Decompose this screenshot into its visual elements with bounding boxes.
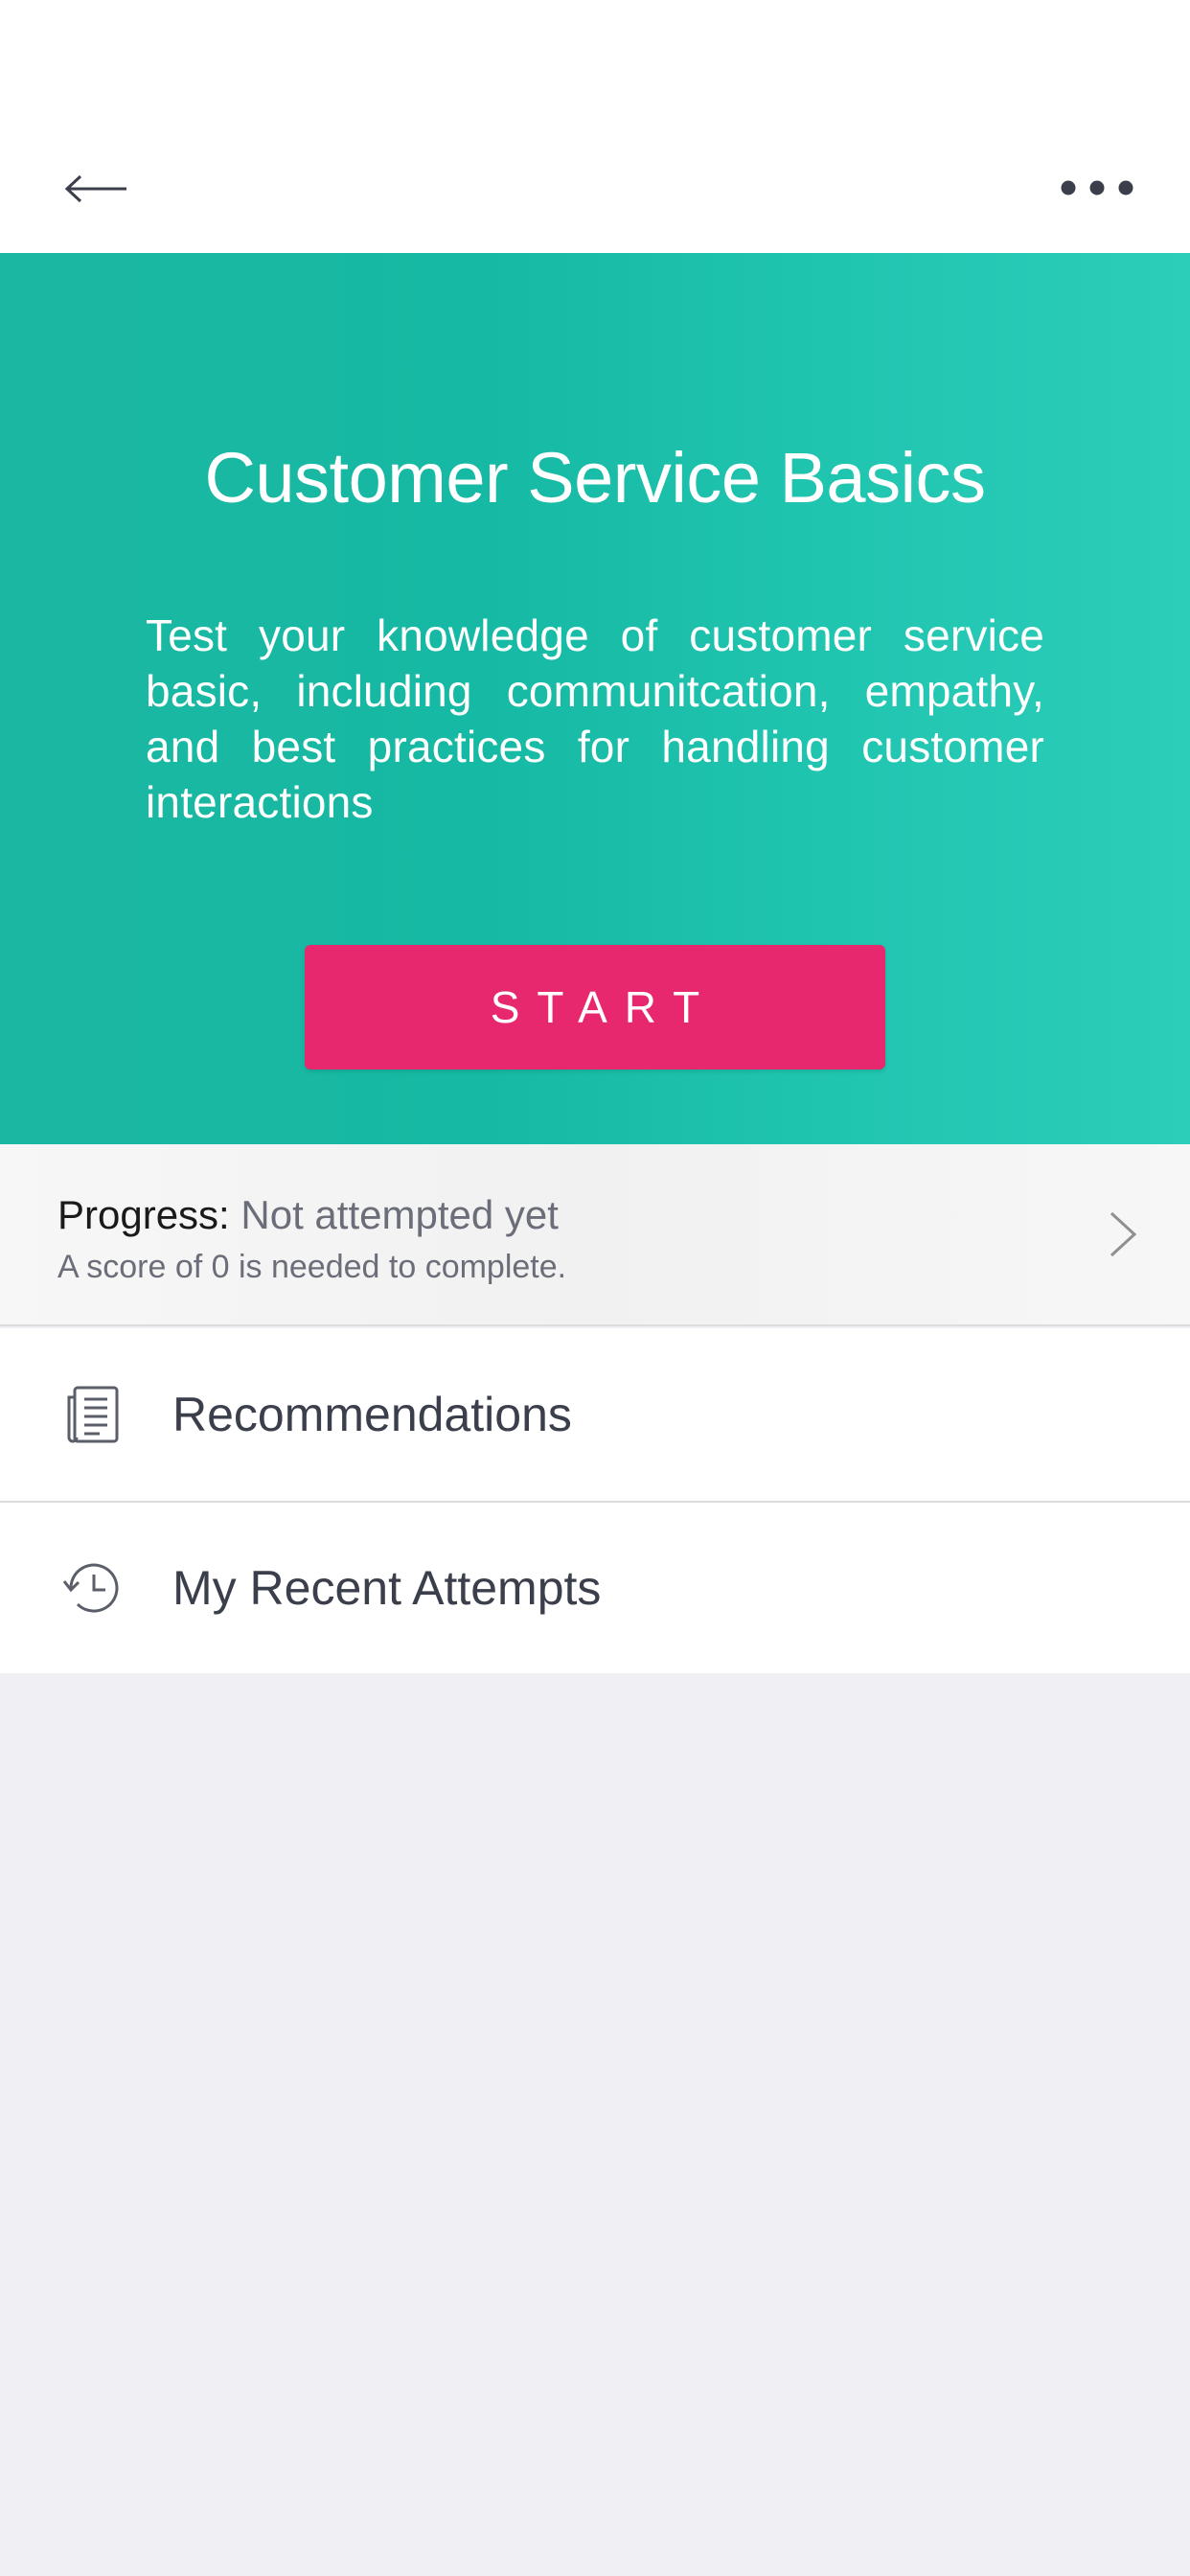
quiz-description: Test your knowledge of customer service … — [146, 610, 1044, 827]
progress-requirement: A score of 0 is needed to complete. — [57, 1249, 567, 1285]
start-button[interactable]: START — [305, 945, 885, 1070]
chevron-right-icon — [1110, 1211, 1137, 1257]
history-icon — [62, 1563, 119, 1613]
more-options-button[interactable] — [1044, 159, 1150, 217]
menu-item-recommendations[interactable]: Recommendations — [0, 1328, 1190, 1503]
more-horizontal-icon — [1061, 180, 1133, 196]
quiz-hero-banner: Customer Service Basics Test your knowle… — [0, 253, 1190, 1144]
document-list-icon — [67, 1386, 119, 1443]
menu-item-label: My Recent Attempts — [172, 1561, 602, 1615]
back-button[interactable] — [54, 153, 140, 224]
menu-item-label: Recommendations — [172, 1388, 572, 1441]
progress-status: Not attempted yet — [240, 1192, 559, 1237]
top-navigation-bar — [0, 0, 1190, 253]
progress-summary: Progress: Not attempted yet — [57, 1190, 559, 1240]
progress-row[interactable]: Progress: Not attempted yet A score of 0… — [0, 1144, 1190, 1326]
menu-item-recent-attempts[interactable]: My Recent Attempts — [0, 1503, 1190, 1673]
progress-label: Progress: — [57, 1192, 230, 1237]
quiz-title: Customer Service Basics — [204, 438, 986, 518]
arrow-left-icon — [65, 174, 126, 203]
